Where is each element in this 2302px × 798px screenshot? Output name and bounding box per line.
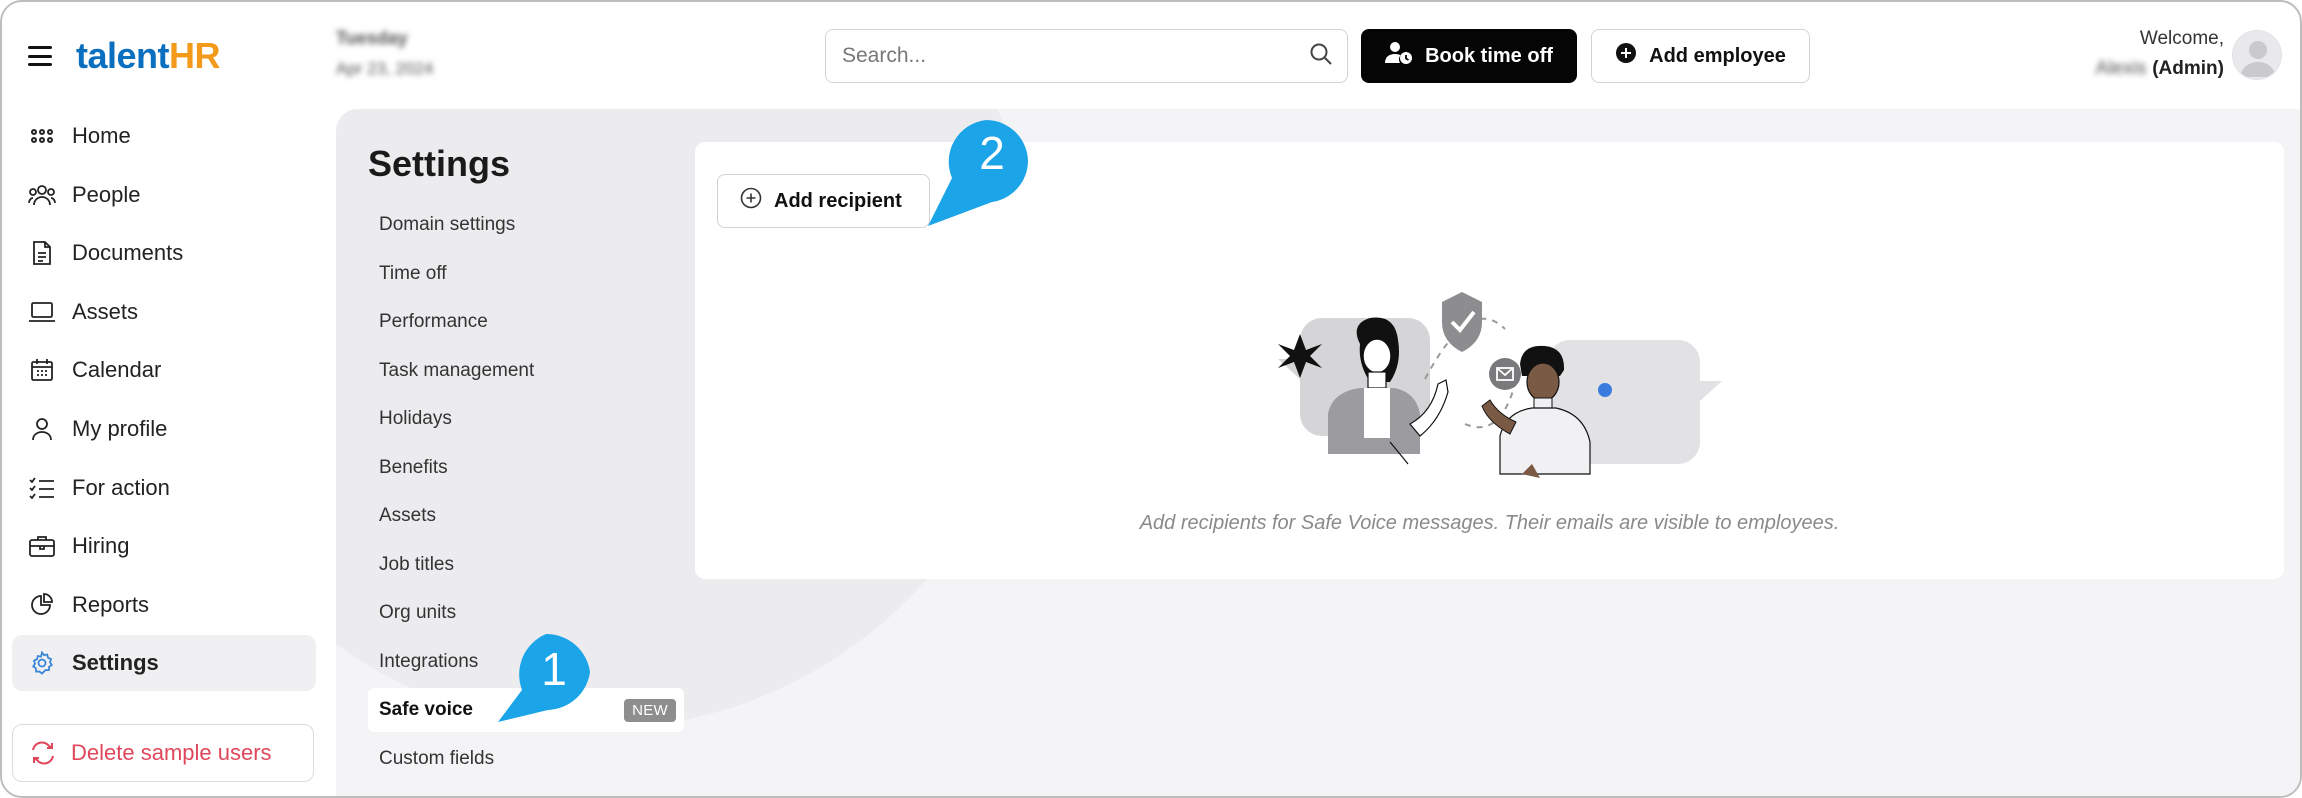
checklist-icon	[28, 474, 56, 502]
date-day: Tuesday	[336, 28, 408, 48]
nav-item-for-action[interactable]: For action	[12, 460, 316, 516]
refresh-icon	[29, 739, 57, 767]
settings-item-label: Safe voice	[379, 699, 473, 720]
delete-sample-users-label: Delete sample users	[71, 740, 272, 765]
nav-item-settings[interactable]: Settings	[12, 635, 316, 692]
settings-item-holidays[interactable]: Holidays	[368, 397, 684, 441]
callout-1-number: 1	[541, 643, 567, 695]
settings-item-job-titles[interactable]: Job titles	[368, 543, 684, 587]
nav-label: Home	[72, 123, 131, 148]
add-recipient-label: Add recipient	[774, 189, 902, 212]
search-input[interactable]	[842, 44, 1309, 68]
callout-2: 2	[926, 118, 1030, 228]
callout-1: 1	[492, 632, 600, 724]
welcome-label: Welcome,	[2139, 28, 2224, 49]
grid-icon	[28, 122, 56, 150]
gear-icon	[28, 649, 56, 677]
delete-sample-users-button[interactable]: Delete sample users	[12, 724, 314, 782]
talenthr-logo[interactable]: talentHR	[76, 35, 221, 77]
nav-label: Assets	[72, 298, 139, 324]
nav-label: Settings	[72, 650, 159, 676]
nav-item-documents[interactable]: Documents	[12, 225, 316, 281]
page-title: Settings	[368, 143, 511, 184]
nav-label: Hiring	[72, 533, 130, 559]
settings-item-task-management[interactable]: Task management	[368, 349, 684, 393]
nav-label: Reports	[72, 591, 150, 617]
nav-item-my-profile[interactable]: My profile	[12, 401, 316, 457]
date-full: Apr 23, 2024	[336, 59, 434, 78]
callout-2-number: 2	[979, 127, 1005, 179]
nav-item-calendar[interactable]: Calendar	[12, 342, 316, 398]
user-name: Alexis	[2095, 58, 2147, 79]
nav-label: Documents	[72, 240, 184, 266]
nav-label: People	[72, 181, 141, 207]
hamburger-menu-icon[interactable]	[28, 46, 52, 66]
user-role: (Admin)	[2152, 58, 2224, 79]
people-icon	[28, 181, 56, 209]
user-clock-icon	[1385, 41, 1413, 71]
empty-state-message: Add recipients for Safe Voice messages. …	[1139, 512, 1840, 534]
nav-item-reports[interactable]: Reports	[12, 577, 316, 633]
user-icon	[28, 415, 56, 443]
settings-item-custom-fields[interactable]: Custom fields	[368, 737, 684, 781]
app-window: talentHR Home People Documents Assets Ca…	[0, 0, 2302, 798]
left-sidebar: talentHR Home People Documents Assets Ca…	[2, 2, 332, 796]
nav-label: For action	[72, 474, 170, 500]
settings-panel: Settings Domain settings Time off Perfor…	[336, 109, 2300, 796]
settings-item-assets[interactable]: Assets	[368, 494, 684, 538]
add-employee-label: Add employee	[1649, 44, 1786, 67]
laptop-icon	[28, 298, 56, 326]
current-date: Tuesday Apr 23, 2024	[336, 28, 433, 79]
nav-item-hiring[interactable]: Hiring	[12, 518, 316, 574]
safe-voice-illustration	[1278, 292, 1722, 478]
nav-item-home[interactable]: Home	[12, 108, 316, 164]
settings-item-domain-settings[interactable]: Domain settings	[368, 203, 684, 247]
welcome-block: Welcome, Alexis (Admin)	[2096, 28, 2224, 80]
calendar-icon	[28, 356, 56, 384]
document-icon	[28, 239, 56, 267]
nav-item-assets[interactable]: Assets	[12, 284, 316, 340]
briefcase-icon	[28, 532, 56, 560]
add-employee-button[interactable]: Add employee	[1591, 29, 1810, 83]
pie-chart-icon	[28, 591, 56, 619]
avatar[interactable]	[2232, 30, 2282, 80]
plus-circle-outline-icon	[740, 187, 762, 215]
search-box[interactable]	[825, 29, 1348, 83]
nav-label: Calendar	[72, 357, 162, 383]
user-identity: Alexis (Admin)	[2096, 58, 2224, 80]
book-time-off-button[interactable]: Book time off	[1361, 29, 1577, 83]
nav-label: My profile	[72, 415, 168, 441]
book-time-off-label: Book time off	[1425, 44, 1553, 67]
settings-item-org-units[interactable]: Org units	[368, 591, 684, 635]
main-nav: Home People Documents Assets Calendar My…	[12, 108, 316, 694]
settings-item-performance[interactable]: Performance	[368, 300, 684, 344]
settings-item-time-off[interactable]: Time off	[368, 252, 684, 296]
nav-item-people[interactable]: People	[12, 167, 316, 223]
search-icon[interactable]	[1309, 42, 1333, 71]
settings-item-benefits[interactable]: Benefits	[368, 446, 684, 490]
brand: talentHR	[28, 34, 221, 78]
new-badge: NEW	[624, 699, 676, 722]
plus-circle-icon	[1615, 42, 1637, 70]
add-recipient-button[interactable]: Add recipient	[717, 174, 930, 228]
